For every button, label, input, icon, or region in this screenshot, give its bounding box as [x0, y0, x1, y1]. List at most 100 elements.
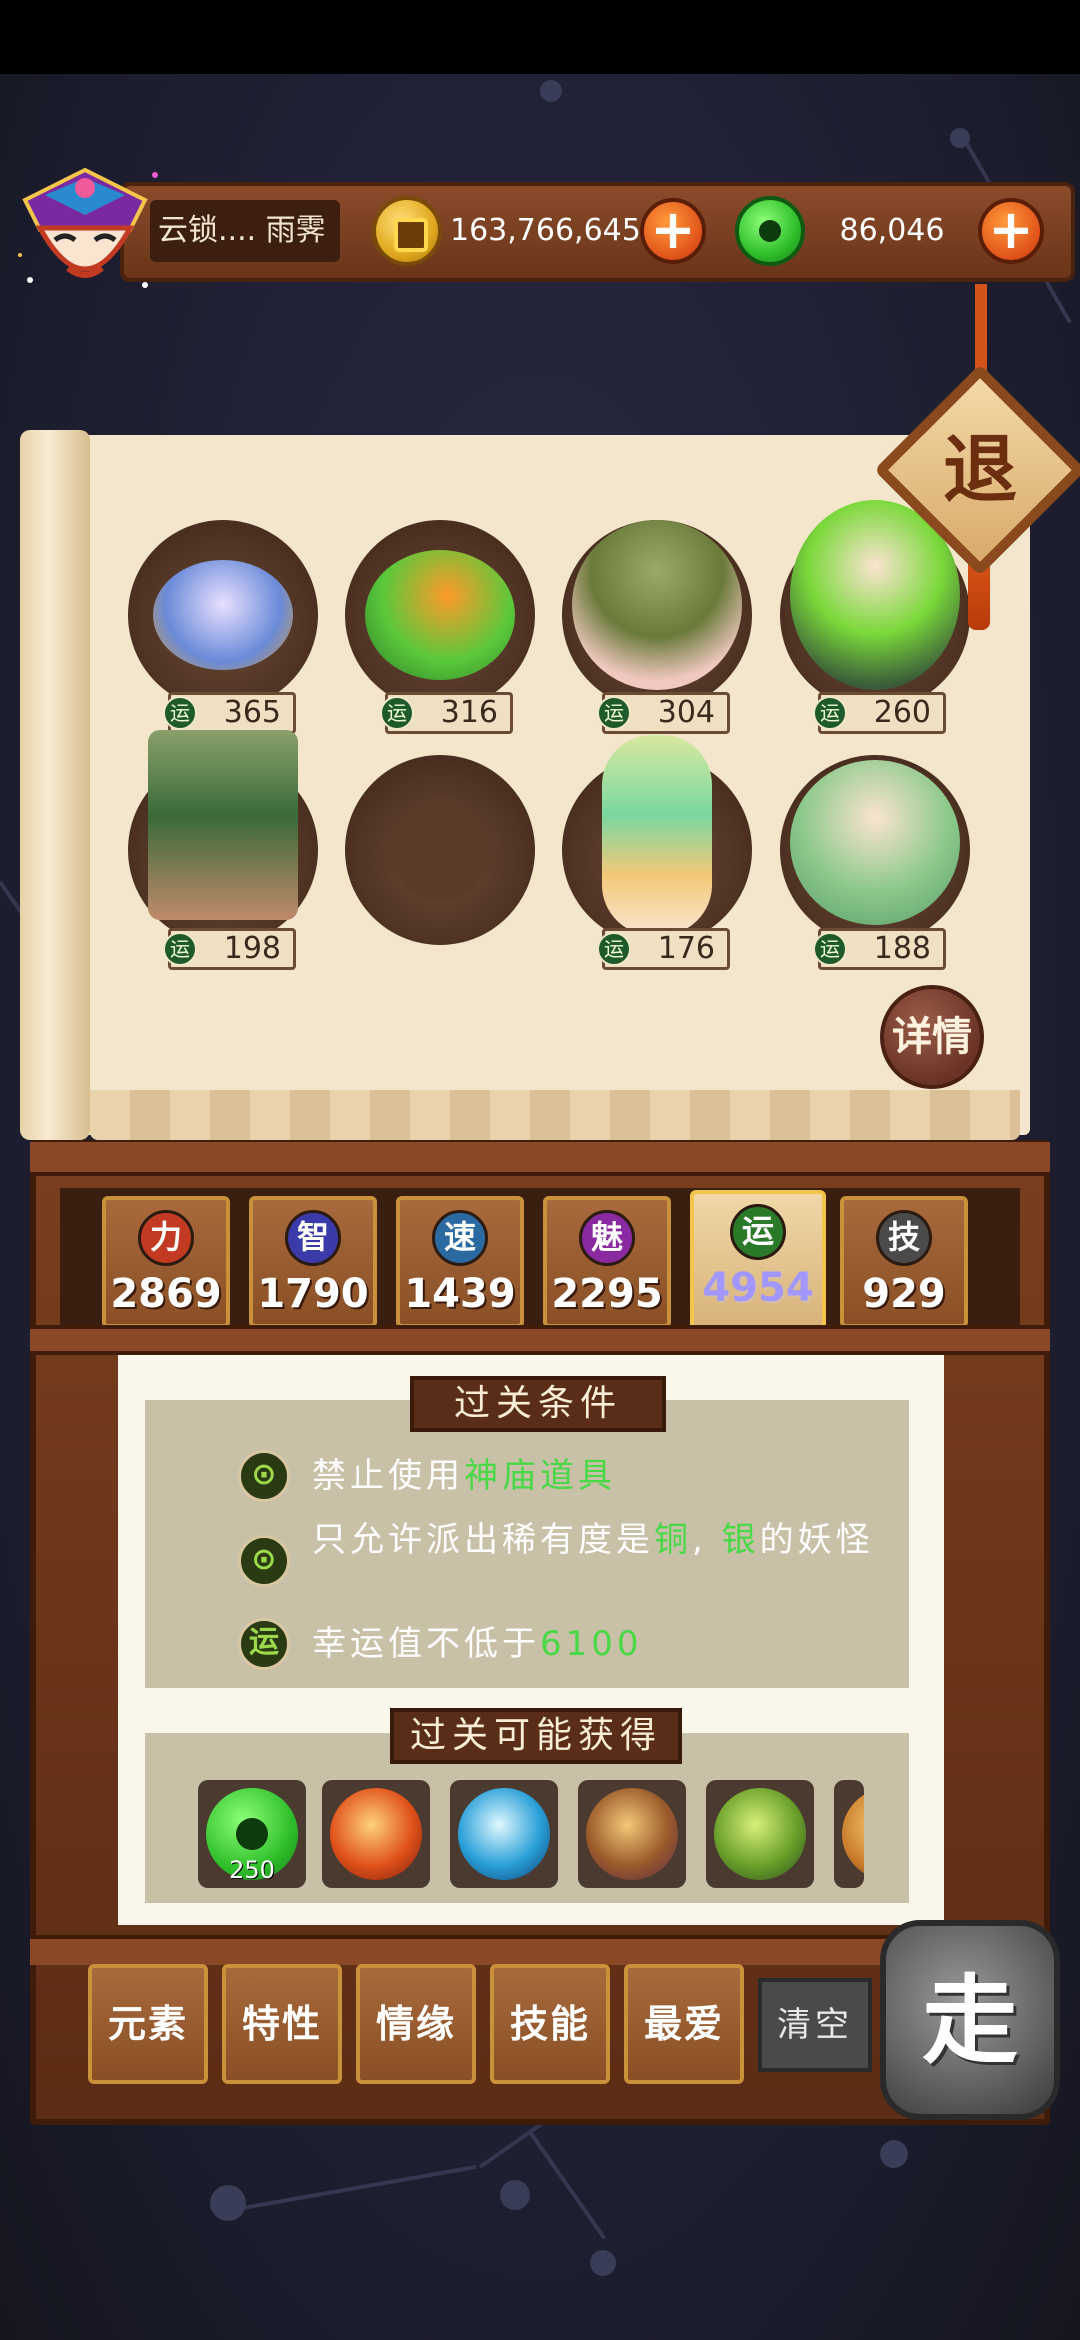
reward-orb-icon — [842, 1788, 864, 1880]
panel-mid-beam — [30, 1325, 1050, 1355]
condition-text: 只允许派出稀有度是铜, 银的妖怪 — [312, 1520, 874, 1560]
star — [210, 2185, 246, 2221]
condition-icon: ⊙ — [238, 1450, 290, 1502]
reward-item[interactable] — [706, 1780, 814, 1888]
luck-badge: 运 304 — [597, 692, 730, 734]
stat-luck-selected[interactable]: 运 4954 — [690, 1190, 826, 1330]
filter-bond-button[interactable]: 情缘 — [356, 1964, 476, 2084]
scroll-roll — [20, 430, 90, 1140]
skill-icon: 技 — [876, 1210, 932, 1266]
intelligence-icon: 智 — [285, 1210, 341, 1266]
luck-badge: 运 188 — [813, 928, 946, 970]
filter-trait-button[interactable]: 特性 — [222, 1964, 342, 2084]
monster-portrait — [365, 550, 515, 680]
luck-badge: 运 260 — [813, 692, 946, 734]
wood-orb-icon — [714, 1788, 806, 1880]
charm-icon: 魅 — [579, 1210, 635, 1266]
luck-value: 316 — [440, 695, 498, 730]
clear-button[interactable]: 清空 — [758, 1978, 872, 2072]
conditions-title: 过关条件 — [410, 1376, 666, 1432]
luck-icon: 运 — [163, 696, 197, 730]
luck-icon: 运 — [813, 932, 847, 966]
stat-value: 2295 — [551, 1271, 663, 1317]
roster-slot[interactable] — [780, 755, 970, 945]
luck-icon: 运 — [380, 696, 414, 730]
stat-speed[interactable]: 速 1439 — [396, 1196, 524, 1328]
star — [590, 2250, 616, 2276]
luck-value: 304 — [657, 695, 715, 730]
roster-slot[interactable] — [128, 520, 318, 710]
condition-text: 禁止使用神庙道具 — [312, 1456, 616, 1496]
monster-portrait — [148, 730, 298, 920]
luck-badge: 运 176 — [597, 928, 730, 970]
gold-amount: 163,766,645 — [450, 213, 641, 248]
roster-slot[interactable] — [128, 730, 318, 945]
luck-icon: 运 — [730, 1204, 786, 1260]
star — [540, 80, 562, 102]
luck-icon: 运 — [813, 696, 847, 730]
strength-icon: 力 — [138, 1210, 194, 1266]
exit-label[interactable]: 退 — [905, 395, 1055, 545]
stat-value: 4954 — [702, 1265, 814, 1311]
status-bar — [0, 0, 1080, 74]
earth-orb-icon — [586, 1788, 678, 1880]
reward-item-partial[interactable] — [834, 1780, 864, 1888]
monster-portrait — [153, 560, 293, 670]
roster-slot-empty[interactable] — [345, 755, 535, 945]
stat-value: 1790 — [257, 1271, 369, 1317]
luck-badge: 运 365 — [163, 692, 296, 734]
stat-intelligence[interactable]: 智 1790 — [249, 1196, 377, 1328]
player-avatar[interactable] — [10, 160, 160, 310]
jade-amount: 86,046 — [839, 213, 945, 248]
luck-value: 188 — [873, 931, 931, 966]
reward-item[interactable]: 250 — [198, 1780, 306, 1888]
monster-portrait — [602, 735, 712, 935]
luck-value: 365 — [223, 695, 281, 730]
luck-icon: 运 — [597, 932, 631, 966]
roster-slot[interactable] — [562, 520, 752, 710]
reward-item[interactable] — [578, 1780, 686, 1888]
roster-slot[interactable] — [345, 520, 535, 710]
luck-value: 176 — [657, 931, 715, 966]
player-name: 云锁.... 雨霁 — [150, 200, 340, 262]
go-button[interactable]: 走 — [880, 1920, 1060, 2120]
water-orb-icon — [458, 1788, 550, 1880]
stat-strength[interactable]: 力 2869 — [102, 1196, 230, 1328]
add-jade-button[interactable]: + — [978, 198, 1044, 264]
star — [880, 2140, 908, 2168]
stat-value: 2869 — [110, 1271, 222, 1317]
stat-charm[interactable]: 魅 2295 — [543, 1196, 671, 1328]
star — [500, 2180, 530, 2210]
rewards-title: 过关可能获得 — [390, 1708, 682, 1764]
stat-skill[interactable]: 技 929 — [840, 1196, 968, 1328]
roster-slot[interactable] — [780, 500, 970, 710]
detail-button[interactable]: 详情 — [880, 985, 984, 1089]
monster-portrait — [790, 760, 960, 925]
empty-slot-hole — [390, 800, 490, 900]
stat-value: 929 — [862, 1271, 946, 1317]
condition-icon: ⊙ — [238, 1535, 290, 1587]
luck-value: 198 — [223, 931, 281, 966]
fire-orb-icon — [330, 1788, 422, 1880]
monster-portrait — [572, 520, 742, 690]
gold-coin-icon — [372, 196, 442, 266]
filter-element-button[interactable]: 元素 — [88, 1964, 208, 2084]
jade-coin-icon — [735, 196, 805, 266]
luck-icon: 运 — [238, 1618, 290, 1670]
reward-item[interactable] — [450, 1780, 558, 1888]
panel-top-beam — [30, 1142, 1050, 1176]
roster-slot[interactable] — [562, 735, 752, 945]
luck-icon: 运 — [163, 932, 197, 966]
star — [950, 128, 970, 148]
filter-skill-button[interactable]: 技能 — [490, 1964, 610, 2084]
speed-icon: 速 — [432, 1210, 488, 1266]
filter-favorite-button[interactable]: 最爱 — [624, 1964, 744, 2084]
reward-item[interactable] — [322, 1780, 430, 1888]
stat-value: 1439 — [404, 1271, 516, 1317]
luck-value: 260 — [873, 695, 931, 730]
luck-badge: 运 316 — [380, 692, 513, 734]
luck-badge: 运 198 — [163, 928, 296, 970]
add-gold-button[interactable]: + — [640, 198, 706, 264]
reward-count: 250 — [229, 1856, 275, 1884]
condition-text: 幸运值不低于6100 — [312, 1624, 643, 1664]
